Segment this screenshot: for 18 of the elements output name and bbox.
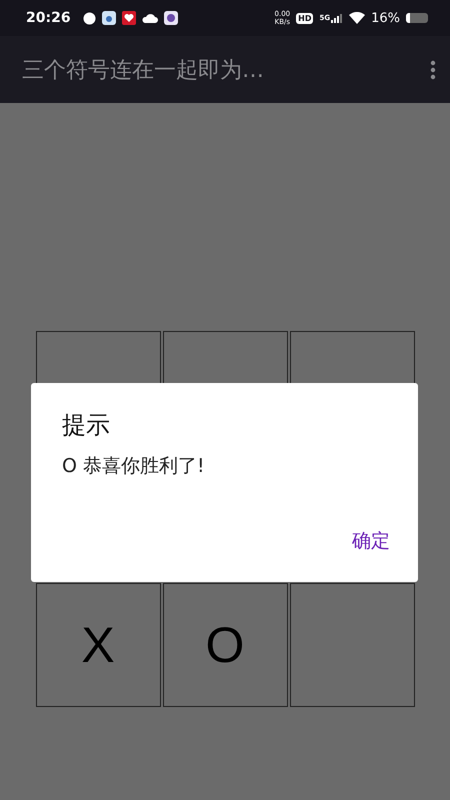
battery-icon bbox=[406, 13, 428, 23]
battery-percent: 16% bbox=[371, 10, 400, 26]
app-title: 三个符号连在一起即为… bbox=[22, 56, 265, 84]
cloud-icon bbox=[142, 12, 158, 24]
hd-badge: HD bbox=[296, 12, 314, 24]
wifi-icon bbox=[349, 12, 366, 24]
more-menu-icon[interactable] bbox=[430, 60, 436, 80]
board-cell[interactable]: O bbox=[162, 583, 288, 707]
confirm-button[interactable]: 确定 bbox=[352, 524, 390, 558]
app-notification-icon bbox=[102, 11, 116, 25]
dialog-message: O 恭喜你胜利了! bbox=[62, 454, 206, 479]
signal-icon bbox=[331, 14, 344, 22]
heart-app-icon bbox=[122, 11, 136, 25]
dialog-title: 提示 bbox=[62, 410, 111, 441]
board-cell[interactable]: X bbox=[36, 583, 160, 707]
status-time: 20:26 bbox=[26, 10, 71, 26]
board-cell[interactable] bbox=[290, 583, 414, 707]
app-notification-icon bbox=[164, 11, 178, 25]
